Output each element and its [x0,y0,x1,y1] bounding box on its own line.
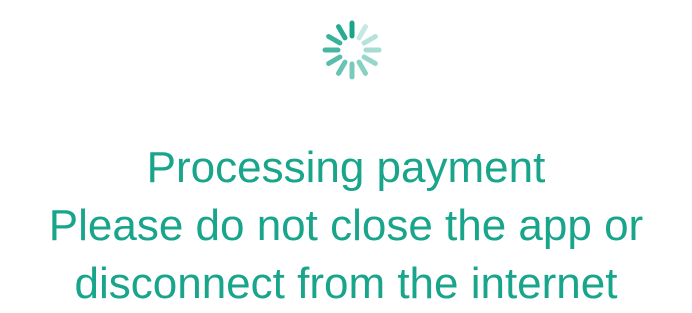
spinner-spoke [361,54,378,66]
payment-processing-screen: Processing payment Please do not close t… [0,0,692,310]
spinner-spoke [326,34,343,46]
processing-title: Processing payment [146,143,546,192]
loading-spinner-icon [312,10,392,90]
spinner-spoke [356,24,368,41]
spinner-spoke [356,59,368,76]
processing-message: Processing payment Please do not close t… [0,139,692,313]
spinner-spoke [336,24,348,41]
processing-instruction-line-1: Please do not close the app or [48,201,644,250]
spinner-spoke [326,54,343,66]
processing-instruction-line-2: disconnect from the internet [74,259,618,308]
spinner-spoke [361,34,378,46]
spinner-graphic [322,20,382,80]
spinner-spoke [336,59,348,76]
